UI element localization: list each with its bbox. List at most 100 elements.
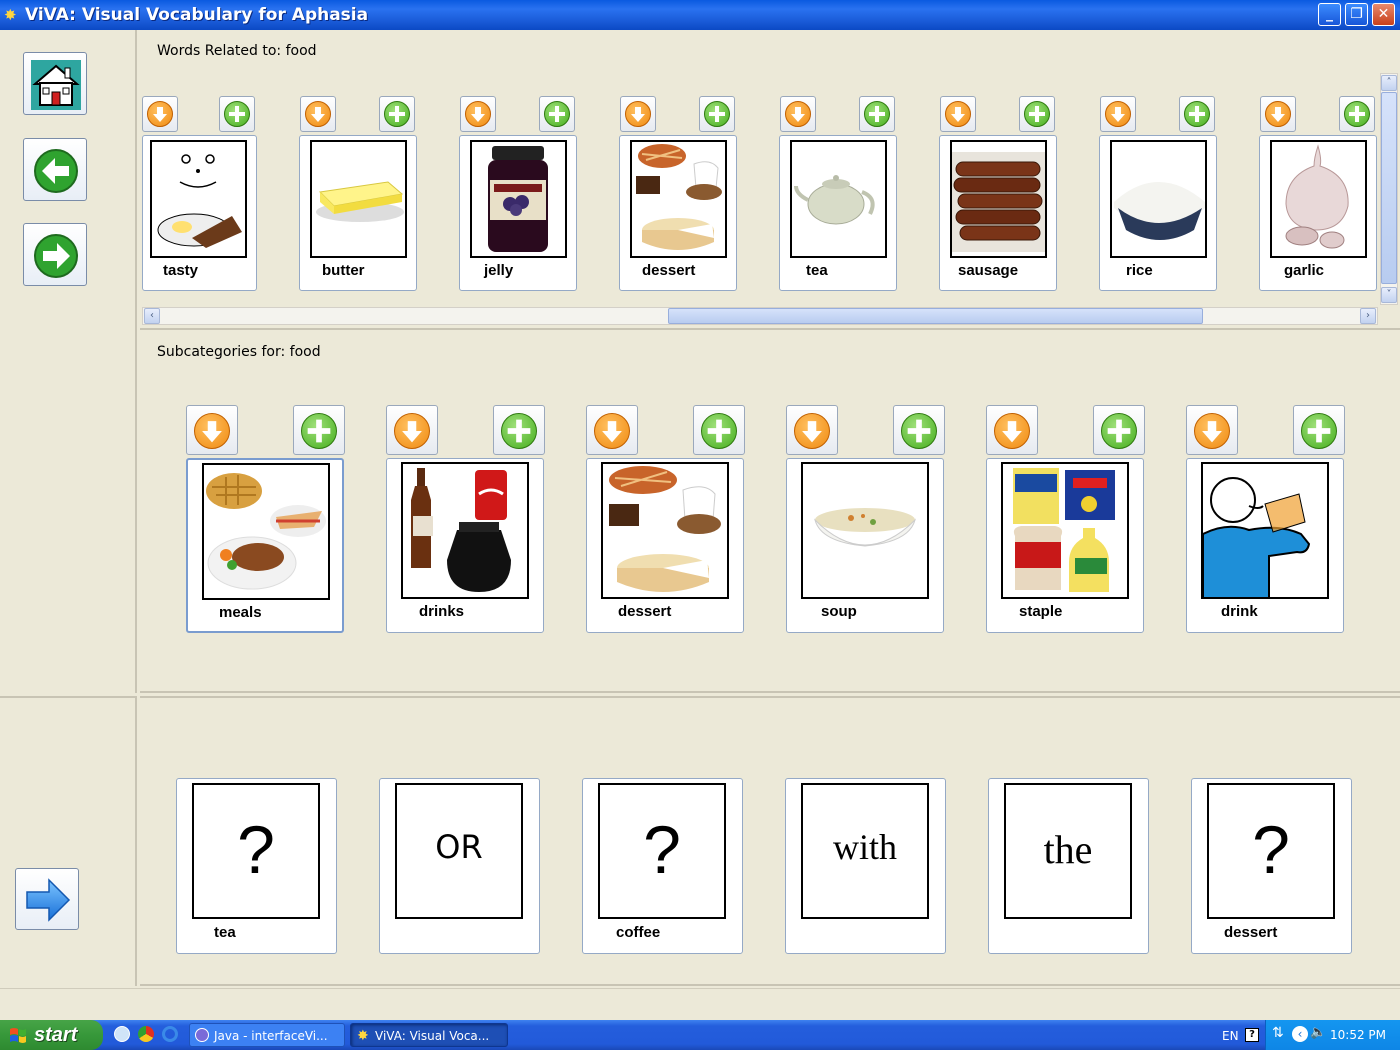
move-down-button[interactable] (300, 96, 336, 132)
plus-icon (1301, 413, 1337, 449)
back-button[interactable] (23, 138, 87, 201)
add-button[interactable] (1093, 405, 1145, 455)
down-arrow-icon (945, 101, 971, 127)
plus-icon (1184, 101, 1210, 127)
move-down-button[interactable] (1260, 96, 1296, 132)
add-button[interactable] (539, 96, 575, 132)
down-arrow-icon (194, 413, 230, 449)
move-down-button[interactable] (1186, 405, 1238, 455)
dessert-image (601, 462, 729, 599)
chrome-icon[interactable] (138, 1026, 154, 1042)
close-button[interactable]: ✕ (1372, 3, 1395, 26)
move-down-button[interactable] (142, 96, 178, 132)
subcategory-card-drinks[interactable]: drinks (386, 458, 544, 633)
down-arrow-icon (147, 101, 173, 127)
scroll-up-arrow-icon[interactable]: ˄ (1381, 75, 1397, 91)
move-down-button[interactable] (1100, 96, 1136, 132)
word-card-tea[interactable]: tea (779, 135, 897, 291)
move-down-button[interactable] (620, 96, 656, 132)
plus-icon (224, 101, 250, 127)
sentence-tile[interactable]: the (988, 778, 1149, 954)
subcategory-card-dessert[interactable]: dessert (586, 458, 744, 633)
add-button[interactable] (699, 96, 735, 132)
meals-image (202, 463, 330, 600)
word-card-butter[interactable]: butter (299, 135, 417, 291)
tea-image (790, 140, 887, 258)
scroll-thumb[interactable] (668, 308, 1203, 324)
garlic-image (1270, 140, 1367, 258)
tray-chevron-icon[interactable]: ‹ (1292, 1026, 1308, 1042)
sentence-tile[interactable]: ? coffee (582, 778, 743, 954)
add-button[interactable] (893, 405, 945, 455)
speak-sentence-button[interactable] (15, 868, 79, 930)
maximize-button[interactable]: ❐ (1345, 3, 1368, 26)
sentence-tile-symbol: the (1004, 783, 1132, 919)
language-indicator[interactable]: EN (1222, 1029, 1239, 1043)
add-button[interactable] (293, 405, 345, 455)
word-card-rice[interactable]: rice (1099, 135, 1217, 291)
task-viva[interactable]: ✸ ViVA: Visual Voca... (350, 1023, 508, 1047)
subcategory-card-soup[interactable]: soup (786, 458, 944, 633)
move-down-button[interactable] (780, 96, 816, 132)
minimize-button[interactable]: _ (1318, 3, 1341, 26)
network-icon[interactable]: ⇅ (1272, 1025, 1284, 1041)
move-down-button[interactable] (586, 405, 638, 455)
down-arrow-icon (305, 101, 331, 127)
move-down-button[interactable] (786, 405, 838, 455)
word-card-garlic[interactable]: garlic (1259, 135, 1377, 291)
subcategory-card-meals[interactable]: meals (186, 458, 344, 633)
add-button[interactable] (219, 96, 255, 132)
subcategory-card-staple[interactable]: staple (986, 458, 1144, 633)
horizontal-scrollbar[interactable]: ‹ › (142, 307, 1378, 325)
sentence-tile[interactable]: ? dessert (1191, 778, 1352, 954)
sentence-tile[interactable]: ? tea (176, 778, 337, 954)
word-card-tasty[interactable]: tasty (142, 135, 257, 291)
sentence-tile[interactable]: with (785, 778, 946, 954)
quicklaunch-icon[interactable] (114, 1026, 130, 1042)
move-down-button[interactable] (940, 96, 976, 132)
words-related-label: Words Related to: food (157, 43, 317, 59)
move-down-button[interactable] (986, 405, 1038, 455)
plus-icon (704, 101, 730, 127)
add-button[interactable] (693, 405, 745, 455)
subcategories-panel: Subcategories for: food meals drinks des… (140, 332, 1400, 693)
scroll-thumb[interactable] (1381, 92, 1397, 284)
add-button[interactable] (379, 96, 415, 132)
question-mark-icon: ? (1207, 783, 1335, 919)
add-button[interactable] (1293, 405, 1345, 455)
add-button[interactable] (1339, 96, 1375, 132)
help-icon[interactable]: ? (1245, 1028, 1259, 1042)
scroll-down-arrow-icon[interactable]: ˅ (1381, 287, 1397, 303)
plus-icon (1101, 413, 1137, 449)
forward-button[interactable] (23, 223, 87, 286)
word-label: garlic (1284, 262, 1325, 279)
move-down-button[interactable] (460, 96, 496, 132)
scroll-left-arrow-icon[interactable]: ‹ (144, 308, 160, 324)
speaker-icon[interactable]: 🔈 (1310, 1025, 1326, 1040)
vertical-scrollbar[interactable]: ˄ ˅ (1380, 73, 1398, 305)
add-button[interactable] (1179, 96, 1215, 132)
add-button[interactable] (1019, 96, 1055, 132)
move-down-button[interactable] (186, 405, 238, 455)
word-card-dessert[interactable]: dessert (619, 135, 737, 291)
down-arrow-icon (994, 413, 1030, 449)
scroll-right-arrow-icon[interactable]: › (1360, 308, 1376, 324)
word-label: jelly (484, 262, 514, 279)
add-button[interactable] (493, 405, 545, 455)
subcategory-label: drinks (419, 603, 465, 620)
butter-image (310, 140, 407, 258)
sentence-tile[interactable]: OR (379, 778, 540, 954)
move-down-button[interactable] (386, 405, 438, 455)
word-card-jelly[interactable]: jelly (459, 135, 577, 291)
word-card-sausage[interactable]: sausage (939, 135, 1057, 291)
word-label: sausage (958, 262, 1019, 279)
start-button[interactable]: start (0, 1020, 103, 1050)
plus-icon (1344, 101, 1370, 127)
home-button[interactable] (23, 52, 87, 115)
ie-icon[interactable] (162, 1026, 178, 1042)
task-java[interactable]: Java - interfaceVi... (189, 1023, 345, 1047)
subcategory-card-drink[interactable]: drink (1186, 458, 1344, 633)
down-arrow-icon (465, 101, 491, 127)
add-button[interactable] (859, 96, 895, 132)
clock[interactable]: 10:52 PM (1330, 1028, 1386, 1042)
